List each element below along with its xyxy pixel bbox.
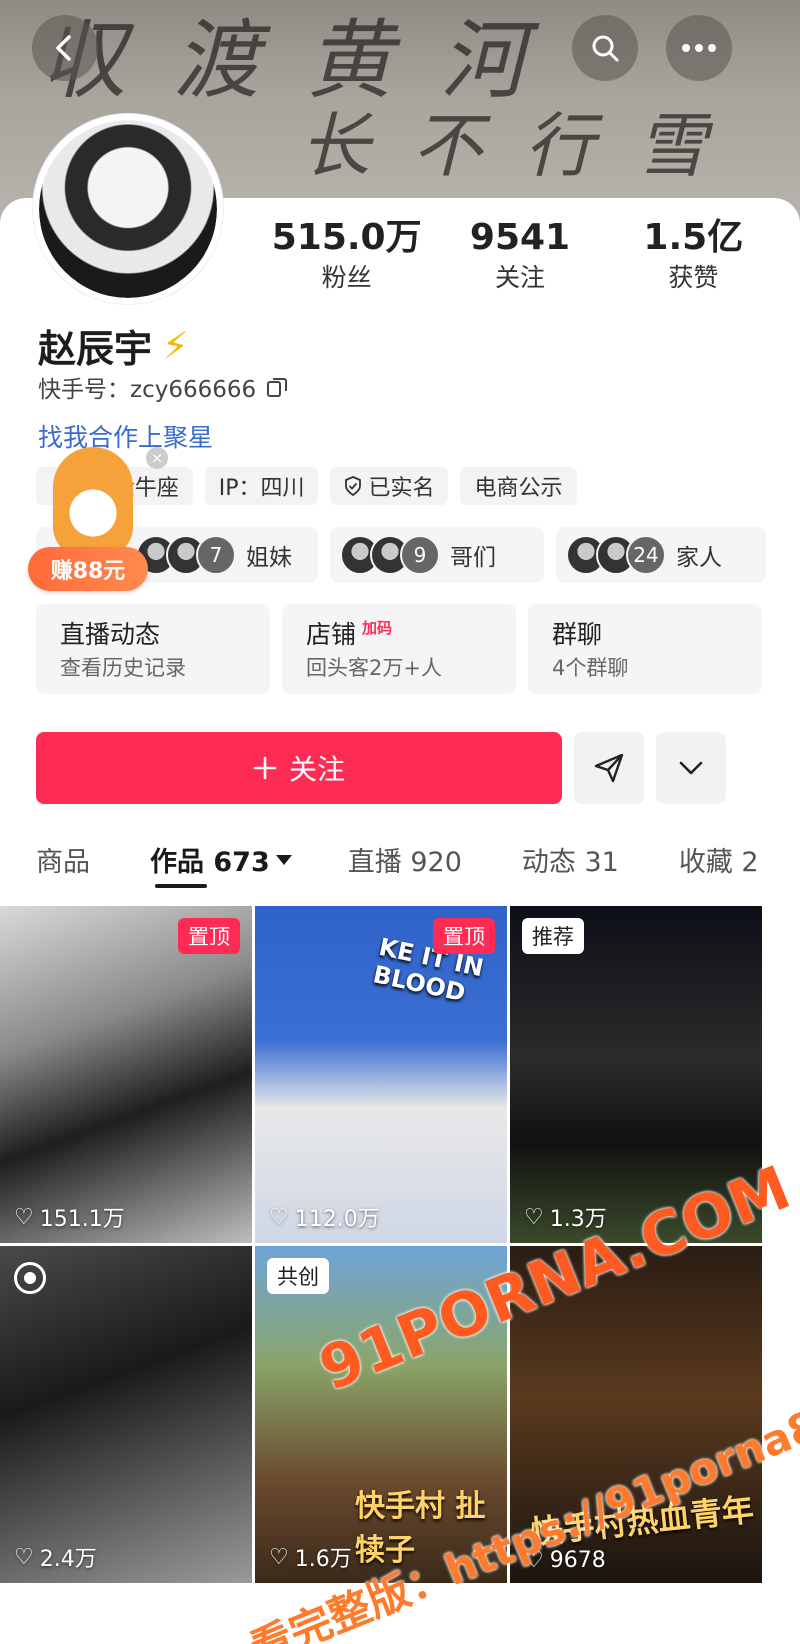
mascot-image [53, 447, 133, 557]
stat-following[interactable]: 9541 关注 [433, 216, 606, 296]
more-options-button[interactable] [656, 732, 726, 804]
heart-icon: ♡ [269, 1544, 289, 1570]
heart-icon: ♡ [524, 1548, 544, 1573]
follow-button[interactable]: 关注 [36, 732, 562, 804]
co-create-badge: 共创 [267, 1258, 329, 1294]
avatar[interactable] [33, 114, 223, 304]
send-icon [594, 753, 624, 783]
heart-icon: ♡ [14, 1204, 34, 1230]
recommended-badge: 推荐 [522, 918, 584, 954]
video-thumb[interactable]: 快手村热血青年 ♡ 9678 [510, 1246, 762, 1583]
live-icon [14, 1262, 46, 1294]
message-button[interactable] [574, 732, 644, 804]
tag-ecommerce[interactable]: 电商公示 [460, 467, 577, 505]
video-thumb[interactable]: ♡ 2.4万 [0, 1246, 252, 1583]
heart-icon: ♡ [524, 1204, 544, 1230]
feature-shop[interactable]: 店铺 加码 回头客2万+人 [282, 604, 516, 694]
feature-cards: 直播动态 查看历史记录 店铺 加码 回头客2万+人 群聊 4个群聊 [36, 604, 762, 694]
earn-promo-widget[interactable]: × 赚88元 [28, 447, 168, 597]
video-thumb[interactable]: 置顶 ♡ 151.1万 [0, 906, 252, 1243]
chevron-down-icon [679, 761, 703, 775]
heart-icon: ♡ [14, 1544, 34, 1570]
pinned-badge: 置顶 [433, 918, 495, 954]
tag-verified[interactable]: 已实名 [330, 467, 449, 505]
profile-name: 赵辰宇 [38, 327, 153, 371]
stat-followers[interactable]: 515.0万 粉丝 [260, 216, 433, 296]
profile-actions: 关注 [36, 732, 726, 804]
tab-works[interactable]: 作品 673 [150, 840, 292, 879]
tab-favorites[interactable]: 收藏 2 [679, 840, 759, 879]
lightning-icon: ⚡ [162, 323, 189, 368]
active-tab-indicator [155, 884, 207, 888]
feature-live-history[interactable]: 直播动态 查看历史记录 [36, 604, 270, 694]
tab-products[interactable]: 商品 [36, 840, 90, 879]
earn-promo-label[interactable]: 赚88元 [28, 547, 148, 591]
stat-likes[interactable]: 1.5亿 获赞 [607, 216, 780, 296]
tab-moments[interactable]: 动态 31 [522, 840, 619, 879]
heart-icon: ♡ [269, 1204, 289, 1230]
pinned-badge: 置顶 [178, 918, 240, 954]
video-thumb[interactable]: 推荐 ♡ 1.3万 [510, 906, 762, 1243]
caret-down-icon [275, 854, 292, 865]
back-button[interactable] [32, 15, 98, 81]
back-icon [56, 35, 71, 61]
video-thumb[interactable]: 共创 快手村 扯犊子 ♡ 1.6万 [255, 1246, 507, 1583]
copy-icon[interactable] [266, 376, 288, 398]
search-button[interactable] [572, 15, 638, 81]
profile-uid: 快手号：zcy666666 [38, 377, 257, 403]
plus-icon [253, 756, 277, 780]
more-icon [682, 44, 716, 52]
more-button[interactable] [666, 15, 732, 81]
group-family[interactable]: 24 家人 [556, 527, 766, 583]
group-brothers[interactable]: 9 哥们 [330, 527, 544, 583]
shop-boost-badge: 加码 [362, 619, 393, 637]
shield-check-icon [345, 476, 362, 496]
feature-group-chat[interactable]: 群聊 4个群聊 [528, 604, 762, 694]
video-thumb[interactable]: KE IT IN BLOOD 置顶 ♡ 112.0万 [255, 906, 507, 1243]
profile-stats: 515.0万 粉丝 9541 关注 1.5亿 获赞 [260, 216, 780, 296]
works-grid: 置顶 ♡ 151.1万 KE IT IN BLOOD 置顶 ♡ 112.0万 推荐 … [0, 906, 800, 1583]
close-icon[interactable]: × [146, 447, 168, 469]
content-tabs: 商品 作品 673 直播 920 动态 31 收藏 2 [36, 840, 759, 879]
search-icon [592, 35, 619, 62]
tab-live[interactable]: 直播 920 [348, 840, 462, 879]
tag-ip: IP：四川 [204, 467, 319, 505]
profile-uid-row: 快手号：zcy666666 [38, 370, 288, 404]
profile-name-row: 赵辰宇 ⚡ [38, 318, 189, 373]
